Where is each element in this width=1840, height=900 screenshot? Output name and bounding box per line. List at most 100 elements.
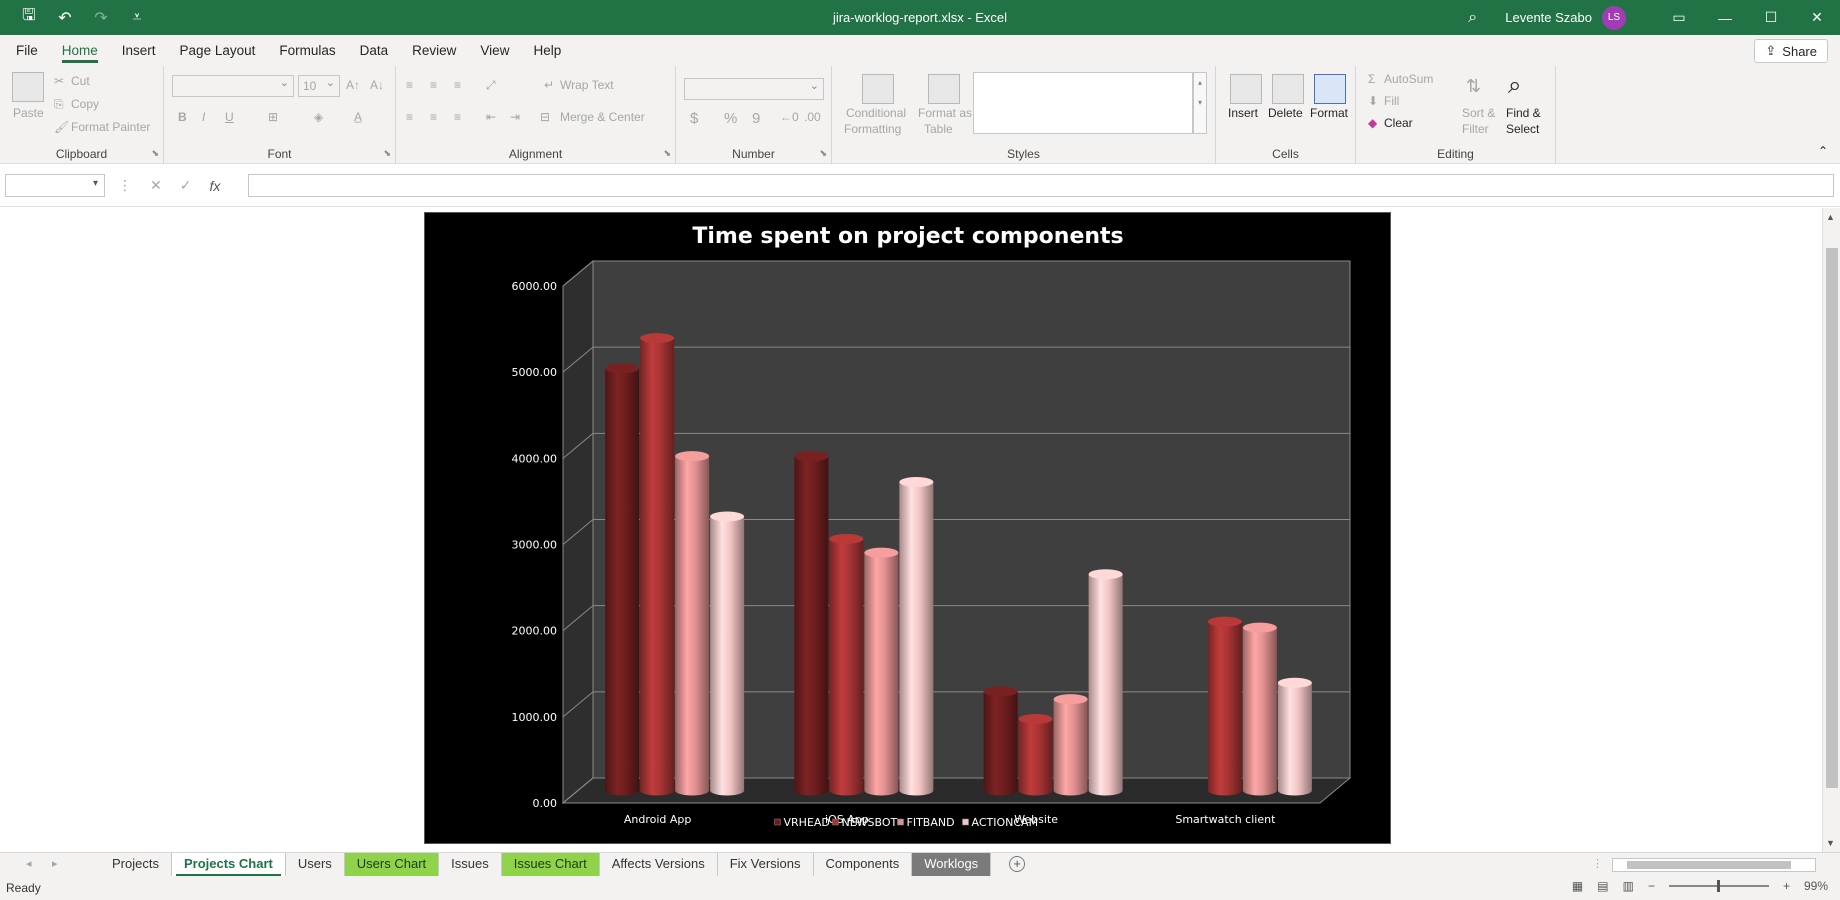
tab-file[interactable]: File <box>6 35 48 66</box>
currency-button[interactable]: $ <box>690 110 698 127</box>
alignment-launcher-icon[interactable]: ⬊ <box>663 148 671 159</box>
increase-decimal-icon[interactable]: ←0 <box>780 110 799 124</box>
sheet-tab-projects-chart[interactable]: Projects Chart <box>171 853 286 877</box>
vertical-scrollbar[interactable]: ▲ ▼ <box>1822 208 1840 852</box>
tab-home[interactable]: Home <box>52 35 108 66</box>
scroll-down-icon[interactable]: ▼ <box>1826 838 1835 848</box>
conditional-formatting-icon[interactable] <box>862 74 894 104</box>
ribbon-display-icon[interactable]: ▭ <box>1656 0 1702 35</box>
sheet-tab-fix-versions[interactable]: Fix Versions <box>718 853 814 877</box>
tab-review[interactable]: Review <box>402 35 466 66</box>
sheet-tab-issues[interactable]: Issues <box>439 853 502 877</box>
user-name[interactable]: Levente Szabo <box>1505 10 1592 25</box>
page-break-view-icon[interactable]: ▥ <box>1623 879 1634 893</box>
autosum-button[interactable]: AutoSum <box>1384 72 1433 86</box>
name-box[interactable] <box>5 174 105 197</box>
sheet-tab-issues-chart[interactable]: Issues Chart <box>501 853 600 877</box>
font-name-combo[interactable] <box>172 75 294 97</box>
fill-button[interactable]: Fill <box>1384 94 1399 108</box>
sheet-tab-users[interactable]: Users <box>286 853 345 877</box>
merge-center-button[interactable]: Merge & Center <box>560 110 645 124</box>
insert-function-icon[interactable]: fx <box>209 178 220 194</box>
number-format-combo[interactable] <box>684 78 824 100</box>
scroll-up-icon[interactable]: ▲ <box>1826 212 1835 222</box>
sort-filter-button[interactable]: Sort & <box>1462 106 1495 120</box>
cell-styles-gallery[interactable] <box>973 72 1193 134</box>
format-as-table-icon[interactable] <box>928 74 960 104</box>
number-launcher-icon[interactable]: ⬊ <box>819 148 827 159</box>
bold-button[interactable]: B <box>178 110 187 124</box>
italic-button[interactable]: I <box>202 110 205 124</box>
cut-button[interactable]: Cut <box>71 74 90 88</box>
decrease-decimal-icon[interactable]: .00 <box>804 110 821 124</box>
copy-button[interactable]: Copy <box>71 97 99 111</box>
formula-input[interactable] <box>248 174 1834 197</box>
conditional-formatting-button[interactable]: Conditional <box>846 106 906 120</box>
search-icon[interactable]: ⌕ <box>1468 9 1477 27</box>
increase-font-icon[interactable]: A↑ <box>346 78 360 92</box>
format-as-table-button[interactable]: Format as <box>918 106 972 120</box>
conditional-formatting-label-2[interactable]: Formatting <box>844 122 901 136</box>
decrease-font-icon[interactable]: A↓ <box>370 78 384 92</box>
enter-icon[interactable]: ✓ <box>180 177 192 194</box>
sort-filter-icon[interactable]: ⇅ <box>1466 76 1481 97</box>
comma-button[interactable]: 9 <box>752 110 760 127</box>
avatar[interactable]: LS <box>1602 5 1626 30</box>
sheet-tab-affects-versions[interactable]: Affects Versions <box>600 853 718 877</box>
tab-view[interactable]: View <box>470 35 519 66</box>
cell-styles-scroll[interactable]: ▴ ▾ <box>1193 72 1207 134</box>
wrap-text-button[interactable]: Wrap Text <box>560 78 614 92</box>
sheet-tab-users-chart[interactable]: Users Chart <box>344 853 440 877</box>
zoom-in-icon[interactable]: + <box>1783 879 1790 893</box>
next-sheet-icon[interactable]: ▸ <box>52 857 58 870</box>
insert-cells-button[interactable]: Insert <box>1228 106 1258 120</box>
paste-button[interactable]: Paste <box>13 106 44 120</box>
sort-filter-label-2[interactable]: Filter <box>1462 122 1489 136</box>
page-layout-view-icon[interactable]: ▤ <box>1597 879 1608 893</box>
delete-cells-icon[interactable] <box>1272 74 1304 104</box>
redo-icon[interactable]: ↷ <box>90 8 112 28</box>
align-center-icon[interactable]: ≡ <box>430 110 437 124</box>
clipboard-launcher-icon[interactable]: ⬊ <box>151 148 159 159</box>
undo-icon[interactable]: ↶ <box>54 8 76 28</box>
align-top-icon[interactable]: ≡ <box>406 78 413 92</box>
normal-view-icon[interactable]: ▦ <box>1572 879 1583 893</box>
fill-color-icon[interactable]: ◈ <box>314 110 323 124</box>
tab-data[interactable]: Data <box>350 35 399 66</box>
zoom-out-icon[interactable]: − <box>1648 879 1655 893</box>
format-as-table-label-2[interactable]: Table <box>924 122 953 136</box>
align-middle-icon[interactable]: ≡ <box>430 78 437 92</box>
underline-button[interactable]: U <box>225 110 234 124</box>
prev-sheet-icon[interactable]: ◂ <box>26 857 32 870</box>
tab-split-handle[interactable]: ⋮ <box>1592 857 1603 870</box>
align-left-icon[interactable]: ≡ <box>406 110 413 124</box>
maximize-icon[interactable]: ☐ <box>1748 0 1794 35</box>
sheet-tab-projects[interactable]: Projects <box>100 853 172 877</box>
collapse-ribbon-icon[interactable]: ⌃ <box>1818 144 1828 158</box>
font-color-icon[interactable]: A̲ <box>354 110 362 124</box>
borders-icon[interactable]: ⊞ <box>268 110 278 124</box>
horizontal-scroll-thumb[interactable] <box>1627 861 1791 869</box>
orientation-icon[interactable]: ⤢ <box>486 78 496 93</box>
find-select-icon[interactable]: ⌕ <box>1508 72 1521 100</box>
find-select-button[interactable]: Find & <box>1506 106 1541 120</box>
format-cells-button[interactable]: Format <box>1310 106 1348 120</box>
customize-qat-icon[interactable]: ⩡ <box>126 9 148 27</box>
decrease-indent-icon[interactable]: ⇤ <box>486 110 496 124</box>
tab-formulas[interactable]: Formulas <box>269 35 345 66</box>
align-bottom-icon[interactable]: ≡ <box>454 78 461 92</box>
zoom-knob[interactable] <box>1716 880 1720 892</box>
share-button[interactable]: ⇪ Share <box>1754 39 1828 63</box>
save-icon[interactable]: 🖫 <box>18 4 40 31</box>
tab-help[interactable]: Help <box>523 35 571 66</box>
find-select-label-2[interactable]: Select <box>1506 122 1539 136</box>
font-size-combo[interactable]: 10 <box>298 75 340 97</box>
sheet-tab-worklogs[interactable]: Worklogs <box>912 853 992 877</box>
zoom-slider[interactable] <box>1668 880 1769 892</box>
tab-insert[interactable]: Insert <box>112 35 166 66</box>
vertical-scroll-thumb[interactable] <box>1826 248 1838 788</box>
format-painter-button[interactable]: Format Painter <box>71 120 150 134</box>
percent-button[interactable]: % <box>724 110 737 127</box>
align-right-icon[interactable]: ≡ <box>454 110 461 124</box>
format-cells-icon[interactable] <box>1314 74 1346 104</box>
